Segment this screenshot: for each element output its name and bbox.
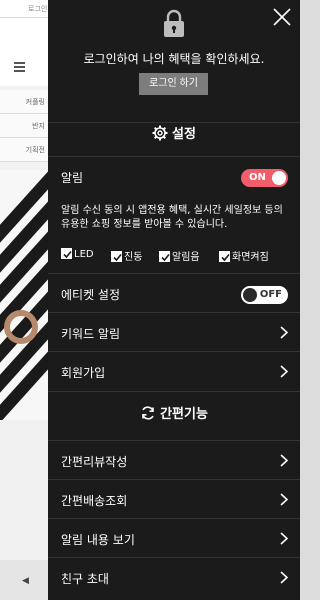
quick-item-label: 간편배송조회 (61, 494, 128, 508)
alarm-label: 알림 (61, 171, 84, 185)
chevron-right-icon (280, 365, 288, 378)
chevron-right-icon (280, 454, 288, 467)
alarm-row: 알림 ON (48, 156, 300, 195)
keyword-alarm-row[interactable]: 키워드 알림 (48, 312, 300, 351)
quick-functions-title: 간편기능 (160, 407, 208, 422)
background-category: 기획전 (0, 138, 48, 162)
check-icon (61, 248, 72, 259)
quick-item-label: 친구 초대 (61, 572, 109, 586)
quick-item-invite[interactable]: 친구 초대 (48, 557, 300, 596)
checkbox-sound[interactable]: 알림음 (159, 248, 200, 264)
check-icon (159, 251, 170, 262)
checkbox-vibration[interactable]: 진동 (111, 248, 142, 264)
etiquette-toggle-label: OFF (259, 289, 282, 300)
etiquette-label: 에티켓 설정 (61, 288, 121, 302)
hamburger-menu-icon (14, 62, 25, 72)
checkbox-label: 알림음 (172, 252, 200, 263)
checkbox-label: 화면켜짐 (232, 252, 269, 263)
settings-title: 설정 (172, 127, 196, 142)
back-arrow-icon: ◀ (22, 576, 29, 586)
close-button[interactable] (272, 7, 292, 27)
login-button[interactable]: 로그인 하기 (139, 73, 208, 95)
settings-panel: 로그인하여 나의 혜택을 확인하세요. 로그인 하기 설정 알림 ON 알림 수… (48, 0, 300, 600)
quick-item-label: 간편리뷰작성 (61, 455, 128, 469)
signup-row[interactable]: 회원가입 (48, 351, 300, 390)
background-category: 반지 (0, 114, 48, 138)
etiquette-toggle[interactable]: OFF (241, 286, 288, 304)
checkbox-label: 진동 (124, 252, 143, 263)
checkbox-led[interactable]: LED (61, 248, 94, 264)
background-login-link: 로그인 (28, 5, 48, 13)
background-categories: 커플링 반지 기획전 (0, 90, 48, 162)
check-icon (111, 251, 122, 262)
chevron-right-icon (280, 571, 288, 584)
alarm-toggle-label: ON (249, 172, 266, 183)
signup-label: 회원가입 (61, 366, 106, 380)
checkbox-label: LED (74, 249, 94, 260)
chevron-right-icon (280, 493, 288, 506)
chevron-right-icon (280, 326, 288, 339)
lock-icon (162, 8, 186, 38)
alarm-description: 알림 수신 동의 시 앱전용 혜택, 실시간 세일정보 등의 유용한 쇼핑 정보… (61, 205, 283, 230)
background-category: 커플링 (0, 90, 48, 114)
close-icon (273, 8, 291, 26)
refresh-icon (142, 406, 154, 420)
gear-icon (152, 125, 168, 141)
login-message: 로그인하여 나의 혜택을 확인하세요. (83, 52, 265, 66)
quick-item-label: 알림 내용 보기 (61, 533, 135, 547)
quick-item-notifications[interactable]: 알림 내용 보기 (48, 518, 300, 557)
ring-image (4, 310, 38, 344)
chevron-right-icon (280, 532, 288, 545)
checkbox-screen-on[interactable]: 화면켜짐 (219, 248, 269, 264)
settings-header: 설정 (48, 122, 300, 142)
quick-functions-header: 간편기능 (48, 391, 300, 439)
check-icon (219, 251, 230, 262)
alarm-options: LED 진동 알림음 화면켜짐 (61, 248, 296, 264)
background-product-image (0, 170, 48, 420)
etiquette-row: 에티켓 설정 OFF (48, 273, 300, 312)
alarm-toggle[interactable]: ON (241, 169, 288, 187)
quick-item-delivery[interactable]: 간편배송조회 (48, 479, 300, 518)
keyword-alarm-label: 키워드 알림 (61, 327, 121, 341)
quick-item-review[interactable]: 간편리뷰작성 (48, 440, 300, 479)
